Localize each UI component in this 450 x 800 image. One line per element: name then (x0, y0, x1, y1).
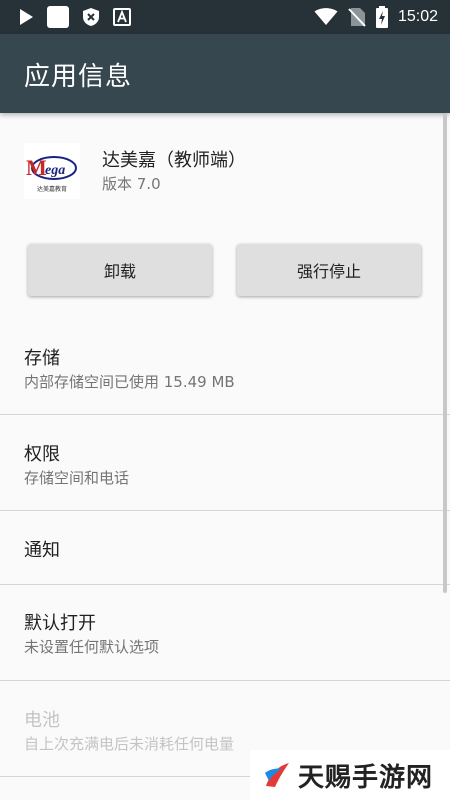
list-item-subtitle: 自上次充满电后未消耗任何电量 (24, 735, 235, 753)
shield-x-icon (83, 8, 99, 26)
mega-logo-icon: M ega 达美嘉教育 (24, 143, 80, 199)
scrollbar[interactable] (443, 113, 447, 593)
app-version: 版本 7.0 (102, 175, 161, 193)
watermark-text: 天赐手游网 (298, 762, 434, 793)
uninstall-button[interactable]: 卸载 (28, 244, 212, 296)
svg-text:达美嘉教育: 达美嘉教育 (37, 185, 67, 193)
play-icon (20, 9, 33, 25)
list-item-subtitle: 内部存储空间已使用 15.49 MB (24, 373, 235, 391)
status-bar-right: 15:02 (314, 6, 438, 28)
wifi-icon (314, 8, 338, 25)
list-item-open-by-default[interactable]: 默认打开 未设置任何默认选项 (0, 585, 450, 680)
list-item-subtitle: 未设置任何默认选项 (24, 638, 160, 656)
site-logo-icon (265, 763, 289, 787)
watermark: 天赐手游网 (250, 750, 450, 800)
status-bar-left (18, 6, 131, 28)
app-bar: 应用信息 (0, 34, 450, 113)
list-item-notifications[interactable]: 通知 (0, 511, 450, 584)
list-item-title: 存储 (24, 348, 60, 369)
list-item-title: 权限 (24, 444, 60, 465)
list-item-title: 电池 (24, 710, 60, 731)
svg-text:ega: ega (45, 163, 65, 178)
list-item-permissions[interactable]: 权限 存储空间和电话 (0, 415, 450, 510)
list-item-subtitle: 存储空间和电话 (24, 469, 130, 487)
clock: 15:02 (397, 8, 438, 25)
app-icon: M ega 达美嘉教育 (24, 143, 80, 199)
battery-charging-icon (375, 6, 388, 28)
svg-text:M: M (26, 155, 47, 180)
page-title: 应用信息 (24, 62, 133, 92)
app-name: 达美嘉（教师端） (102, 150, 246, 171)
list-item-title: 通知 (24, 540, 60, 561)
notification-square-icon (47, 6, 69, 28)
no-sim-icon (348, 8, 366, 27)
list-item-storage[interactable]: 存储 内部存储空间已使用 15.49 MB (0, 330, 450, 414)
force-stop-button[interactable]: 强行停止 (237, 244, 421, 296)
status-bar: 15:02 (0, 0, 450, 34)
list-item-title: 默认打开 (24, 613, 96, 634)
font-a-icon (113, 8, 131, 26)
